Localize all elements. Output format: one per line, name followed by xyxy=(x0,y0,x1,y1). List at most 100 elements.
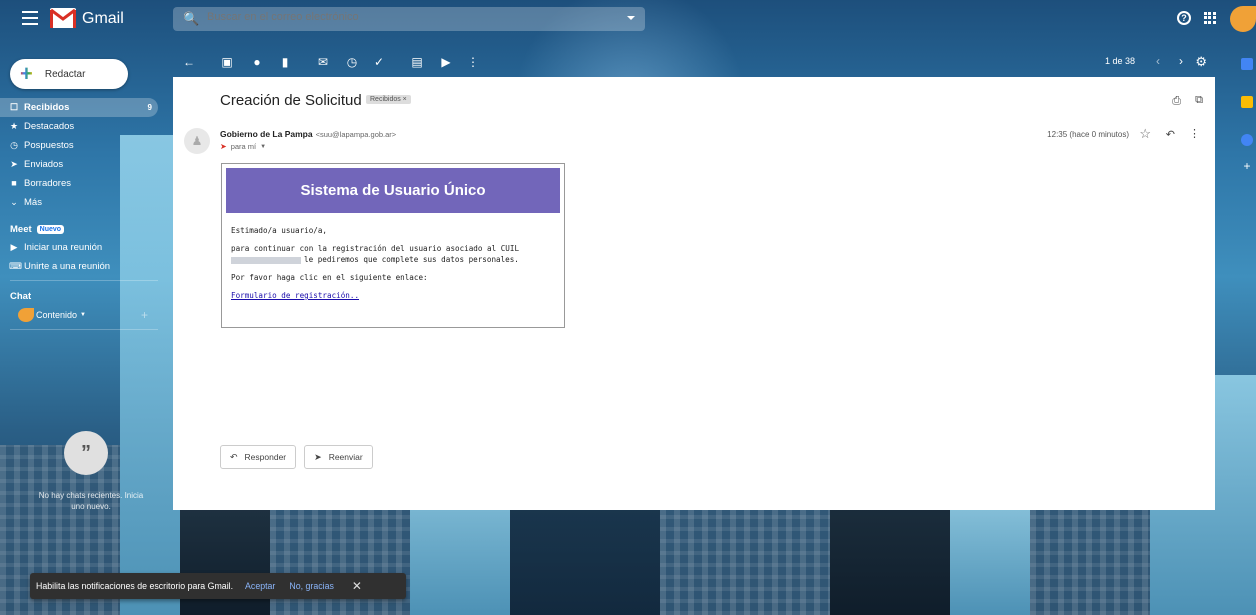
chevron-down-icon[interactable]: ▼ xyxy=(80,312,86,318)
sidebar-item-label: Destacados xyxy=(24,121,75,132)
decline-notifications-button[interactable]: No, gracias xyxy=(289,581,334,591)
meet-section-title: Meet Nuevo xyxy=(0,220,168,238)
accept-notifications-button[interactable]: Aceptar xyxy=(245,581,275,591)
menu-icon[interactable] xyxy=(22,11,38,25)
mark-unread-icon[interactable]: ✉ xyxy=(316,55,330,69)
forward-icon: ➤ xyxy=(314,451,322,462)
plus-icon: + xyxy=(20,61,33,86)
card-body: Estimado/a usuario/a, para continuar con… xyxy=(226,213,560,301)
divider xyxy=(10,329,158,330)
email-body-card: Sistema de Usuario Único Estimado/a usua… xyxy=(221,163,565,328)
label-icon[interactable]: ▶ xyxy=(439,55,453,69)
print-icon[interactable]: ⎙ xyxy=(1172,95,1181,108)
notification-text: Habilita las notificaciones de escritori… xyxy=(36,581,234,591)
search-options-icon[interactable] xyxy=(627,16,635,20)
forward-label: Reenviar xyxy=(328,452,363,462)
open-new-window-icon[interactable]: ⧉ xyxy=(1195,94,1203,107)
meet-item-label: Iniciar una reunión xyxy=(24,242,103,253)
inbox-label-chip[interactable]: Recibidos × xyxy=(366,95,411,104)
sidebar-item-borradores[interactable]: ■ Borradores xyxy=(0,174,168,193)
draft-icon: ■ xyxy=(11,178,17,188)
meet-title: Meet xyxy=(10,223,32,235)
card-header: Sistema de Usuario Único xyxy=(226,168,560,213)
desktop-notification-bar: Habilita las notificaciones de escritori… xyxy=(30,573,406,599)
sender-line: Gobierno de La Pampa <suu@lapampa.gob.ar> xyxy=(220,129,396,139)
sidebar-item-recibidos[interactable]: ☐ Recibidos 9 xyxy=(0,98,158,117)
redacted-cuil xyxy=(231,256,301,264)
account-avatar[interactable] xyxy=(1230,6,1256,32)
sidebar-nav: ☐ Recibidos 9 ★ Destacados ◷ Pospuestos … xyxy=(0,98,168,334)
sidebar-item-label: Pospuestos xyxy=(24,140,74,151)
side-panel-rail: + xyxy=(1238,52,1256,352)
back-arrow-icon[interactable]: ← xyxy=(182,55,196,69)
sidebar-item-pospuestos[interactable]: ◷ Pospuestos xyxy=(0,136,168,155)
calendar-icon[interactable] xyxy=(1241,58,1253,70)
add-task-icon[interactable]: ✓ xyxy=(372,55,386,69)
chevron-down-icon: ⌄ xyxy=(10,197,18,207)
star-icon[interactable]: ☆ xyxy=(1139,126,1151,142)
reply-button[interactable]: ↶ Responder xyxy=(220,445,297,469)
message-time: 12:35 (hace 0 minutos) xyxy=(1047,130,1129,139)
star-icon: ★ xyxy=(9,121,19,131)
search-bar[interactable]: 🔍 xyxy=(173,7,645,31)
greeting: Estimado/a usuario/a, xyxy=(231,226,328,235)
chat-user-name: Contenido xyxy=(36,310,78,320)
gear-icon[interactable]: ⚙ xyxy=(1195,54,1207,70)
forward-button[interactable]: ➤ Reenviar xyxy=(304,445,373,469)
clock-icon: ◷ xyxy=(10,140,18,150)
compose-label: Redactar xyxy=(44,68,86,80)
message-actions: ↶ Responder ➤ Reenviar xyxy=(220,445,373,469)
search-input[interactable] xyxy=(207,11,587,23)
reply-icon[interactable]: ↶ xyxy=(1166,128,1175,141)
chevron-left-icon[interactable]: ‹ xyxy=(1156,54,1160,68)
help-icon[interactable]: ? xyxy=(1177,11,1191,25)
add-addon-icon[interactable]: + xyxy=(1241,160,1253,172)
delete-icon[interactable]: ▮ xyxy=(278,55,292,69)
user-avatar xyxy=(18,308,34,322)
chat-title: Chat xyxy=(10,290,32,302)
registration-form-link[interactable]: Formulario de registración.. xyxy=(231,291,359,300)
gmail-logo[interactable] xyxy=(50,8,76,28)
sender-name[interactable]: Gobierno de La Pampa xyxy=(220,129,313,139)
sidebar-item-label: Recibidos xyxy=(24,102,70,113)
page-counter: 1 de 38 xyxy=(1104,56,1135,66)
reply-label: Responder xyxy=(244,452,287,462)
chevron-down-icon[interactable]: ▼ xyxy=(260,144,266,150)
chat-user-item[interactable]: Contenido ▼ + xyxy=(0,305,168,325)
plus-icon[interactable]: + xyxy=(141,308,148,322)
more-options-icon[interactable]: ⋮ xyxy=(466,55,480,69)
meet-join-meeting[interactable]: ⌨ Unirte a una reunión xyxy=(0,257,168,276)
close-icon[interactable]: ✕ xyxy=(352,579,362,593)
send-icon: ➤ xyxy=(10,159,18,169)
search-icon[interactable]: 🔍 xyxy=(183,11,199,27)
body-paragraph: para continuar con la registración del u… xyxy=(231,243,555,265)
body-line-1: para continuar con la registración del u… xyxy=(231,244,520,253)
chevron-right-icon[interactable]: › xyxy=(1179,54,1183,68)
keyboard-icon: ⌨ xyxy=(9,261,22,271)
divider xyxy=(10,280,158,281)
body-line-2: le pediremos que complete sus datos pers… xyxy=(304,255,519,264)
app-name: Gmail xyxy=(82,10,124,27)
keep-icon[interactable] xyxy=(1241,96,1253,108)
sidebar: + Redactar ☐ Recibidos 9 ★ Destacados ◷ … xyxy=(0,38,168,615)
compose-button[interactable]: + Redactar xyxy=(10,59,128,89)
more-icon[interactable]: ⋮ xyxy=(1189,127,1200,140)
recipient-line[interactable]: ➤ para mí ▼ xyxy=(220,142,266,151)
message-panel: Creación de Solicitud Recibidos × ⎙ ⧉ ♟ … xyxy=(173,77,1215,510)
meet-start-meeting[interactable]: ▶ Iniciar una reunión xyxy=(0,238,168,257)
snooze-icon[interactable]: ◷ xyxy=(345,55,359,69)
tasks-icon[interactable] xyxy=(1241,134,1253,146)
message-toolbar: ← ▣ ● ▮ ✉ ◷ ✓ ▤ ▶ ⋮ 1 de 38 ‹ › ⚙ xyxy=(173,48,1215,76)
meet-item-label: Unirte a una reunión xyxy=(24,261,111,272)
instruction-text: Por favor haga clic en el siguiente enla… xyxy=(231,273,428,282)
sidebar-item-enviados[interactable]: ➤ Enviados xyxy=(0,155,168,174)
apps-grid-icon[interactable] xyxy=(1204,12,1216,24)
move-to-icon[interactable]: ▤ xyxy=(410,55,424,69)
sidebar-item-destacados[interactable]: ★ Destacados xyxy=(0,117,168,136)
unread-count: 9 xyxy=(147,103,152,112)
sidebar-item-mas[interactable]: ⌄ Más xyxy=(0,193,168,212)
report-spam-icon[interactable]: ● xyxy=(250,55,264,69)
top-bar: Gmail 🔍 ? xyxy=(0,0,1256,38)
archive-icon[interactable]: ▣ xyxy=(220,55,234,69)
important-icon: ➤ xyxy=(220,142,227,151)
